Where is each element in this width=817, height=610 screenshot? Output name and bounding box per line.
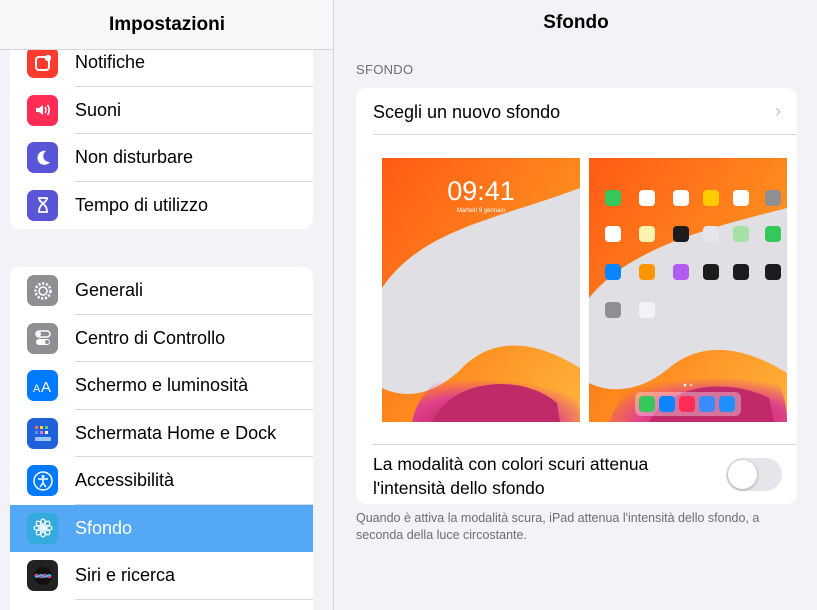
mail-app-icon — [699, 396, 715, 412]
messages-app-icon — [639, 396, 655, 412]
svg-text:A: A — [41, 379, 51, 396]
voice-memos-app-icon — [673, 226, 689, 242]
sidebar-item-sfondo[interactable]: Sfondo — [10, 504, 313, 552]
facetime-app-icon — [605, 190, 621, 206]
page-title: Sfondo — [543, 12, 609, 33]
section-label: SFONDO — [356, 62, 414, 77]
calendar-app-icon — [639, 190, 655, 206]
sidebar-item-label: Sfondo — [75, 517, 133, 538]
sidebar-item-label: Suoni — [75, 99, 122, 120]
home-screen-preview[interactable] — [589, 158, 787, 422]
sidebar-item-suoni[interactable]: Suoni — [10, 87, 313, 134]
sidebar-item-accessibilita[interactable]: Accessibilità — [10, 457, 313, 505]
sidebar-item-non-disturbare[interactable]: Non disturbare — [10, 134, 313, 182]
sidebar-item-label: Schermo e luminosità — [75, 375, 249, 396]
reminders-app-icon — [605, 226, 621, 242]
sidebar-item-centro-di-controllo[interactable]: Centro di Controllo — [10, 315, 313, 362]
footnote: Quando è attiva la modalità scura, iPad … — [356, 511, 760, 542]
books-app-icon — [639, 264, 655, 280]
sidebar-item-label: Schermata Home e Dock — [75, 422, 277, 443]
music-app-icon — [679, 396, 695, 412]
sidebar-item-schermata-home-e-dock[interactable]: Schermata Home e Dock — [10, 410, 313, 457]
toggles-icon — [27, 322, 58, 354]
page-dots — [683, 383, 693, 387]
text-size-icon: AA — [27, 370, 58, 402]
row-divider — [373, 444, 797, 445]
maps-app-icon — [733, 226, 749, 242]
dark-mode-dim-row: La modalità con colori scuri attenua l'i… — [356, 444, 797, 504]
choose-new-wallpaper-row[interactable]: Scegli un nuovo sfondo › — [356, 88, 797, 135]
notifications-icon — [27, 47, 58, 79]
toggle-knob — [728, 460, 757, 489]
sidebar-item-siri-e-ricerca[interactable]: Siri e ricerca — [10, 552, 313, 600]
safari-app-icon — [659, 396, 675, 412]
wallpaper-card: Scegli un nuovo sfondo › 09:41 Martedì 9… — [356, 88, 797, 504]
photos-app-icon — [733, 190, 749, 206]
sidebar-item-label: Tempo di utilizzo — [75, 194, 209, 215]
camera-app-icon — [765, 190, 781, 206]
row-divider — [75, 598, 313, 600]
news-app-icon — [765, 264, 781, 280]
moon-icon — [27, 142, 58, 174]
home-grid-icon — [27, 417, 58, 449]
sidebar-header: Impostazioni — [0, 0, 333, 50]
shortcuts-app-icon — [639, 302, 655, 318]
lock-time: 09:41 — [447, 176, 515, 206]
clock-app-icon — [673, 190, 689, 206]
siri-icon — [27, 560, 58, 592]
choose-wallpaper-label: Scegli un nuovo sfondo — [373, 102, 561, 122]
flower-icon — [27, 512, 58, 544]
sidebar-item-generali[interactable]: Generali — [10, 267, 313, 315]
hourglass-icon — [27, 189, 58, 221]
main-panel: Sfondo SFONDO Scegli un nuovo sfondo › 0… — [335, 0, 817, 610]
main-header: Sfondo — [335, 0, 817, 46]
app-store-app-icon — [605, 264, 621, 280]
sidebar-item-label: Generali — [75, 280, 144, 301]
podcasts-app-icon — [673, 264, 689, 280]
dark-mode-dim-label: La modalità con colori scuri attenua l'i… — [373, 454, 649, 498]
lock-screen-preview[interactable]: 09:41 Martedì 9 gennaio — [382, 158, 580, 422]
lock-date: Martedì 9 gennaio — [456, 208, 506, 214]
chevron-right-icon: › — [775, 101, 781, 121]
speaker-icon — [27, 94, 58, 126]
sidebar-item-label: Siri e ricerca — [75, 565, 176, 586]
row-divider — [373, 134, 797, 135]
settings-group-1: Notifiche Suoni Non disturbare Tempo di … — [10, 36, 313, 229]
accessibility-icon — [27, 465, 58, 497]
tv-app-icon — [703, 264, 719, 280]
sidebar-item-label: Centro di Controllo — [75, 327, 226, 348]
files-dock-app-icon — [719, 396, 735, 412]
sidebar-item-tempo-di-utilizzo[interactable]: Tempo di utilizzo — [10, 182, 313, 230]
find-my-app-icon — [765, 226, 781, 242]
dock — [635, 392, 741, 416]
home-app-icon — [703, 190, 719, 206]
settings-app-icon — [605, 302, 621, 318]
sidebar-item-label: Accessibilità — [75, 470, 175, 491]
stocks-app-icon — [733, 264, 749, 280]
sidebar-title: Impostazioni — [108, 13, 226, 35]
sidebar-item-label: Notifiche — [75, 52, 146, 73]
gear-icon — [27, 275, 58, 307]
svg-text:A: A — [33, 383, 41, 395]
dark-mode-dim-toggle[interactable] — [726, 458, 782, 491]
files-app-icon — [703, 226, 719, 242]
sidebar-item-schermo-e-luminosita[interactable]: AA Schermo e luminosità — [10, 362, 313, 410]
notes-app-icon — [639, 226, 655, 242]
sidebar-item-label: Non disturbare — [75, 147, 194, 168]
sidebar: Impostazioni Notifiche Suoni Non disturb… — [0, 0, 334, 610]
settings-group-2: Generali Centro di Controllo AA Schermo … — [10, 267, 313, 610]
